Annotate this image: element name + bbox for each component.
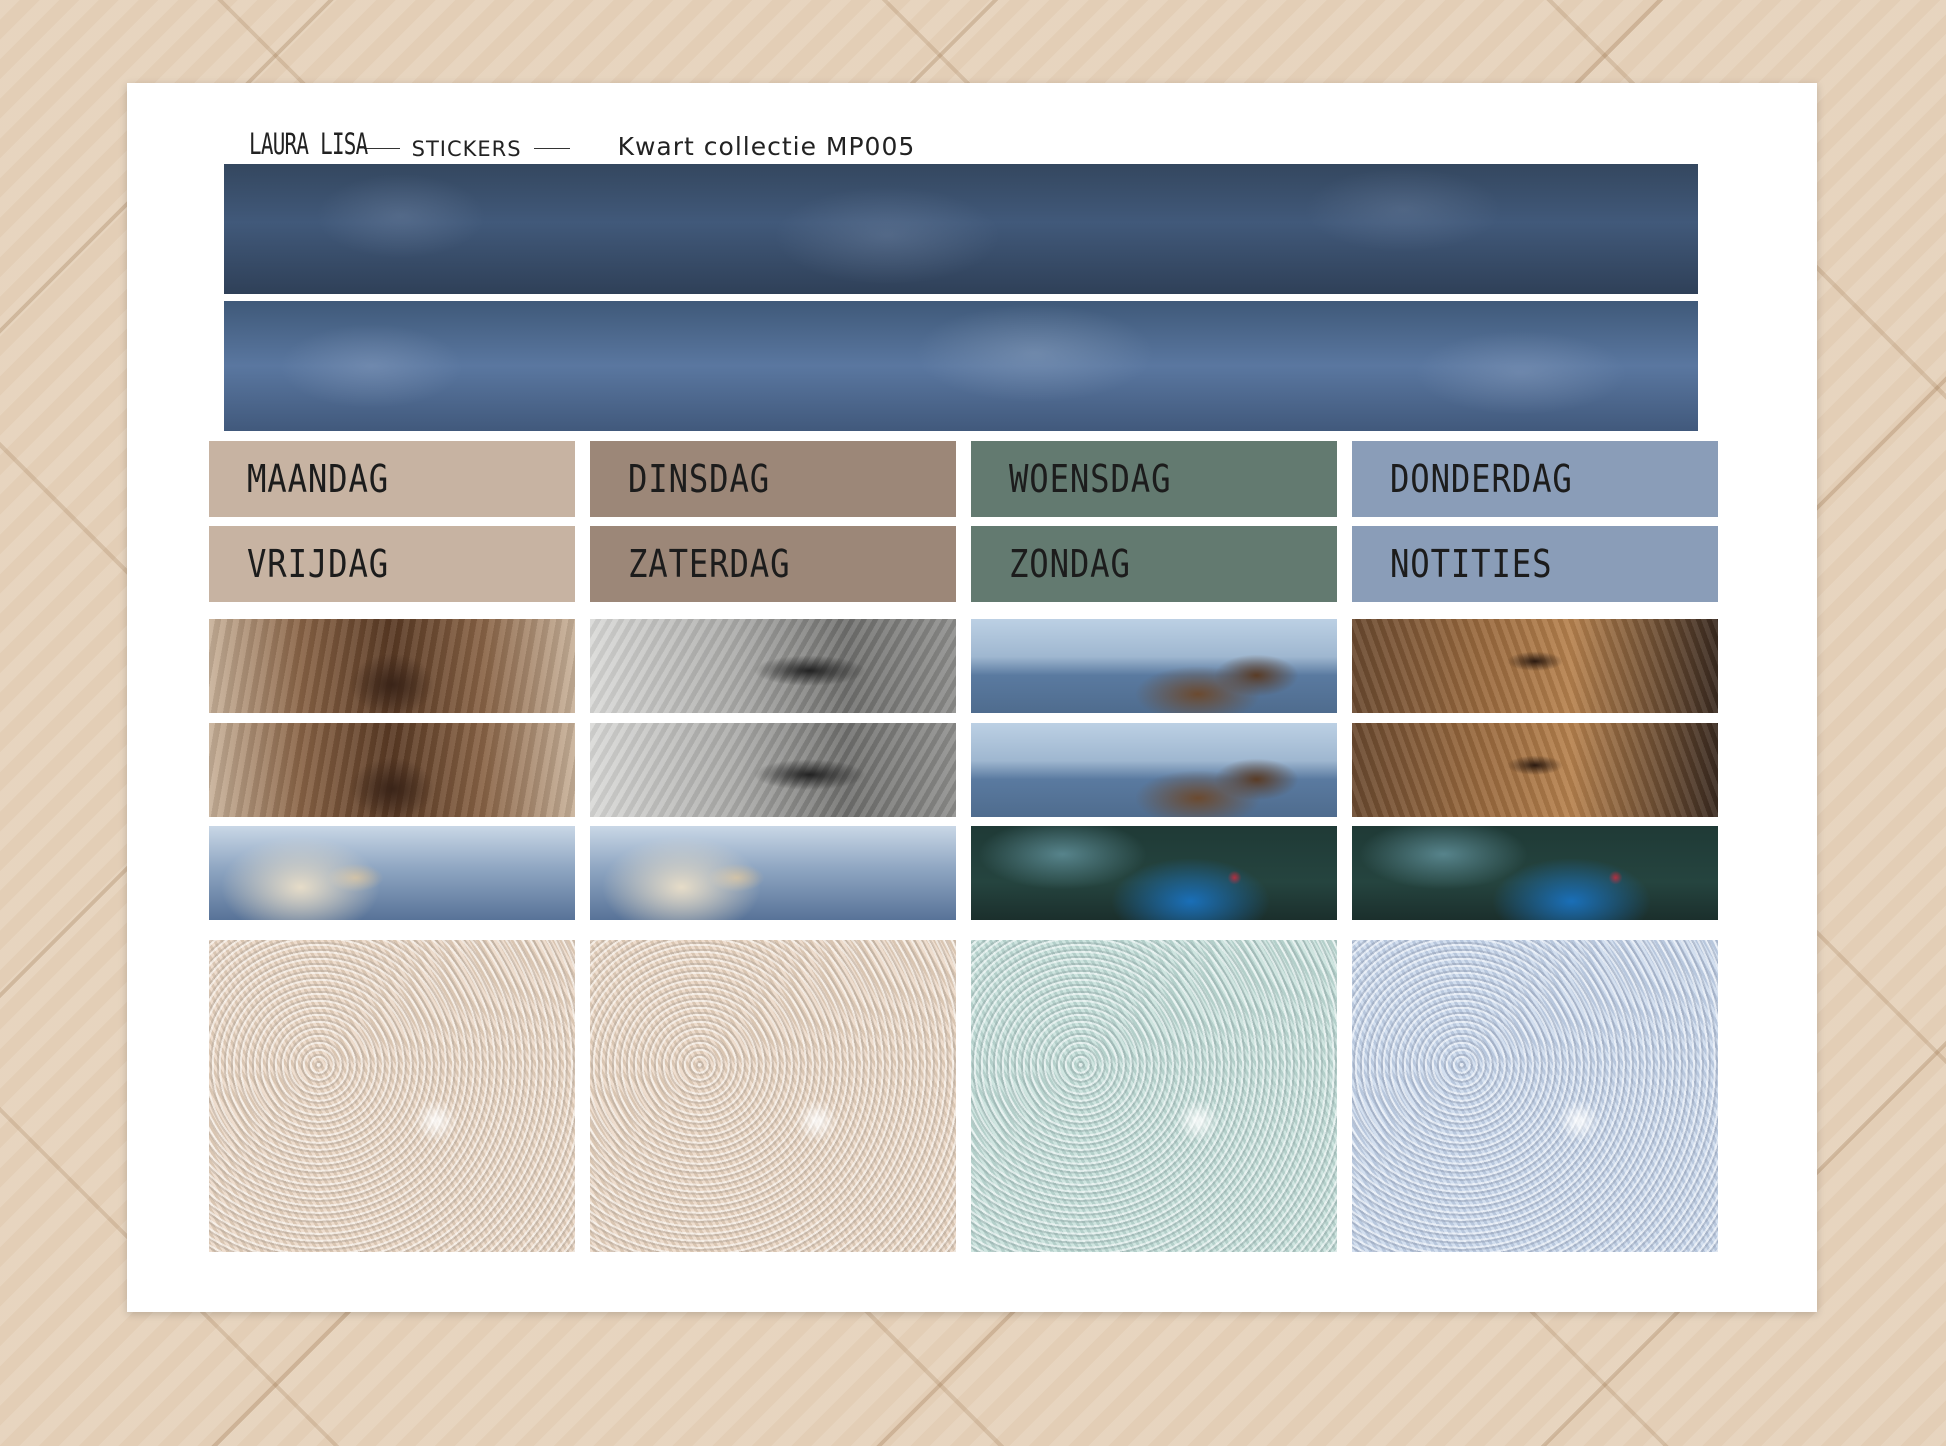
photo-deer (971, 619, 1337, 713)
washi-strip-dark-blue (224, 164, 1698, 294)
label-notities: NOTITIES (1352, 526, 1718, 602)
divider-line (363, 148, 400, 149)
sheet-header: LAURA LISA STICKERS Kwart collectie MP00… (249, 121, 915, 161)
glitter-square-beige (590, 940, 956, 1252)
label-donderdag: DONDERDAG (1352, 441, 1718, 517)
photo-horse-eye (590, 723, 956, 817)
photo-brown-fur (1352, 723, 1718, 817)
label-vrijdag: VRIJDAG (209, 526, 575, 602)
collection-title: Kwart collectie MP005 (617, 132, 916, 161)
label-woensdag: WOENSDAG (971, 441, 1337, 517)
glitter-square-beige (209, 940, 575, 1252)
photo-highland-cow (209, 619, 575, 713)
label-zaterdag: ZATERDAG (590, 526, 956, 602)
photo-brown-fur (1352, 619, 1718, 713)
photo-deer (971, 723, 1337, 817)
brand-logo: LAURA LISA (249, 127, 368, 161)
label-dinsdag: DINSDAG (590, 441, 956, 517)
brand-subtitle: STICKERS (411, 137, 522, 161)
label-maandag: MAANDAG (209, 441, 575, 517)
photo-blue-bird (1352, 826, 1718, 920)
label-zondag: ZONDAG (971, 526, 1337, 602)
divider-line (533, 148, 570, 149)
washi-strip-light-blue (224, 301, 1698, 431)
sticker-sheet: LAURA LISA STICKERS Kwart collectie MP00… (127, 83, 1817, 1312)
photo-white-dog (209, 826, 575, 920)
photo-horse-eye (590, 619, 956, 713)
photo-highland-cow (209, 723, 575, 817)
photo-white-dog (590, 826, 956, 920)
glitter-square-mint (971, 940, 1337, 1252)
photo-blue-bird (971, 826, 1337, 920)
glitter-square-blue (1352, 940, 1718, 1252)
